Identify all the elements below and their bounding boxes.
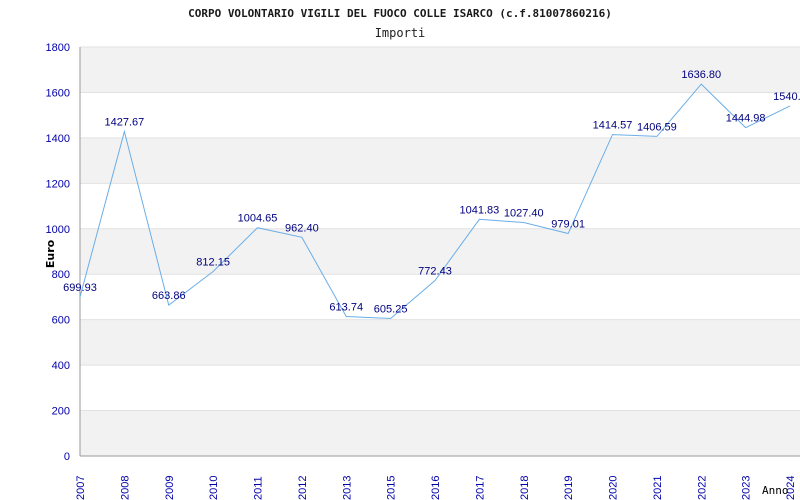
- y-tick-label: 1000: [46, 224, 70, 236]
- x-tick-label: 2009: [164, 476, 176, 500]
- x-tick-label: 2019: [563, 476, 575, 500]
- chart-title: CORPO VOLONTARIO VIGILI DEL FUOCO COLLE …: [188, 7, 612, 20]
- x-tick-label: 2008: [119, 476, 131, 500]
- x-tick-label: 2013: [341, 476, 353, 500]
- x-tick-label: 2012: [297, 476, 309, 500]
- x-tick-label: 2021: [652, 476, 664, 500]
- data-label: 962.40: [285, 222, 319, 234]
- data-labels: 699.93 1427.67 663.86 812.15 1004.65 962.40 61…: [63, 69, 800, 315]
- data-label: 663.86: [152, 290, 186, 302]
- data-label: 1636.80: [681, 69, 721, 81]
- x-tick-label: 2017: [474, 476, 486, 500]
- x-tick-label: 2020: [608, 476, 620, 500]
- data-label: 605.25: [374, 303, 408, 315]
- data-label: 1004.65: [238, 213, 278, 225]
- data-label: 1540.6: [773, 91, 800, 103]
- x-tick-label: 2011: [253, 476, 265, 500]
- y-tick-label: 1200: [46, 178, 70, 190]
- data-label: 812.15: [196, 256, 230, 268]
- x-tick-label: 2022: [696, 476, 708, 500]
- data-label: 1041.83: [459, 204, 499, 216]
- y-tick-label: 1400: [46, 133, 70, 145]
- data-label: 1444.98: [726, 113, 766, 125]
- y-tick-label: 400: [52, 360, 70, 372]
- x-tick-labels: 2007 2008 2009 2010 2011 2012 2013 2015 2016 2017…: [75, 476, 797, 500]
- y-tick-label: 1600: [46, 87, 70, 99]
- y-tick-label: 0: [64, 451, 70, 463]
- y-tick-label: 600: [52, 315, 70, 327]
- grid-bands: [80, 47, 800, 456]
- data-label: 699.93: [63, 282, 97, 294]
- x-tick-label: 2023: [741, 476, 753, 500]
- y-tick-label: 800: [52, 269, 70, 281]
- data-label: 1427.67: [104, 117, 144, 129]
- x-tick-label: 2007: [75, 476, 87, 500]
- y-tick-label: 1800: [46, 42, 70, 54]
- line-chart: 020040060080010001200140016001800 2007 20…: [44, 7, 800, 500]
- x-tick-label: 2015: [386, 476, 398, 500]
- x-axis-label: Anno: [762, 484, 789, 497]
- data-label: 613.74: [329, 302, 363, 314]
- x-tick-label: 2016: [430, 476, 442, 500]
- y-axis-label: Euro: [44, 239, 57, 268]
- data-label: 1414.57: [593, 120, 633, 132]
- data-label: 1406.59: [637, 121, 677, 133]
- data-label: 772.43: [418, 265, 452, 277]
- grid-band: [80, 319, 800, 366]
- data-label: 979.01: [551, 219, 585, 231]
- y-tick-label: 200: [52, 406, 70, 418]
- data-label: 1027.40: [504, 208, 544, 220]
- x-tick-label: 2010: [208, 476, 220, 500]
- x-tick-label: 2018: [519, 476, 531, 500]
- grid-band: [80, 410, 800, 456]
- grid-band: [80, 137, 800, 184]
- chart-subtitle: Importi: [375, 26, 426, 40]
- series-line: [79, 83, 791, 319]
